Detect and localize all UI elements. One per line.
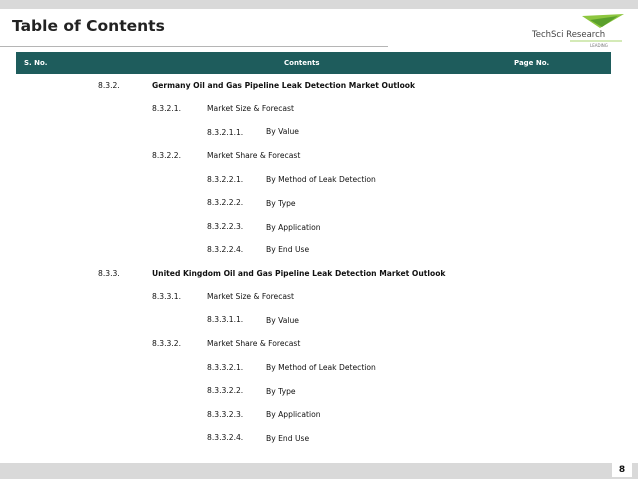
toc-row-title: By End Use (266, 434, 310, 443)
toc-row-num: 8.3.3.2.4. (207, 433, 244, 442)
title-divider (0, 46, 388, 47)
techsci-logo: TechSci Research LEADING (531, 14, 624, 48)
toc-row-title: By Application (266, 410, 321, 419)
toc-row-num: 8.3.3.2. (152, 339, 181, 348)
toc-row-title: By End Use (266, 245, 310, 254)
toc-row-title: Germany Oil and Gas Pipeline Leak Detect… (152, 81, 416, 90)
toc-header: S. No. Contents Page No. (16, 52, 611, 74)
toc-row-num: 8.3.2.2. (152, 151, 181, 160)
toc-row-num: 8.3.2.2.3. (207, 222, 244, 231)
toc-row-title: Market Size & Forecast (207, 104, 294, 113)
top-bar (0, 0, 638, 9)
toc-row-num: 8.3.2.1. (152, 104, 181, 113)
toc-row-num: 8.3.3.2.2. (207, 386, 244, 395)
toc-row-num: 8.3.2. (98, 81, 120, 90)
toc-row-num: 8.3.3. (98, 269, 120, 278)
toc-row-title: By Type (266, 199, 296, 208)
toc-row-num: 8.3.3.1.1. (207, 315, 244, 324)
footer-bar (0, 463, 638, 479)
svg-text:LEADING: LEADING (590, 43, 608, 48)
toc-row-num: 8.3.2.2.4. (207, 245, 244, 254)
toc-row-title: By Type (266, 387, 296, 396)
toc-row-title: By Method of Leak Detection (266, 175, 376, 184)
header-page: Page No. (514, 59, 550, 67)
toc-row-title: Market Share & Forecast (207, 339, 301, 348)
toc-row-title: By Value (266, 127, 299, 136)
toc-row-num: 8.3.2.1.1. (207, 128, 244, 137)
toc-row-num: 8.3.3.2.3. (207, 410, 244, 419)
toc-row-num: 8.3.3.1. (152, 292, 181, 301)
page-title: Table of Contents (12, 17, 165, 35)
header-sno: S. No. (24, 59, 48, 67)
toc-row-num: 8.3.3.2.1. (207, 363, 244, 372)
toc-row-title: Market Size & Forecast (207, 292, 294, 301)
header-contents: Contents (284, 59, 320, 67)
svg-text:TechSci Research: TechSci Research (531, 30, 605, 40)
toc-row-title: Market Share & Forecast (207, 151, 301, 160)
toc-row-title: By Value (266, 316, 299, 325)
toc-row-title: By Application (266, 223, 321, 232)
toc-row-num: 8.3.2.2.1. (207, 175, 244, 184)
toc-row-title: United Kingdom Oil and Gas Pipeline Leak… (152, 269, 446, 278)
toc-row-title: By Method of Leak Detection (266, 363, 376, 372)
page-number: 8 (612, 463, 632, 477)
toc-row-num: 8.3.2.2.2. (207, 198, 244, 207)
